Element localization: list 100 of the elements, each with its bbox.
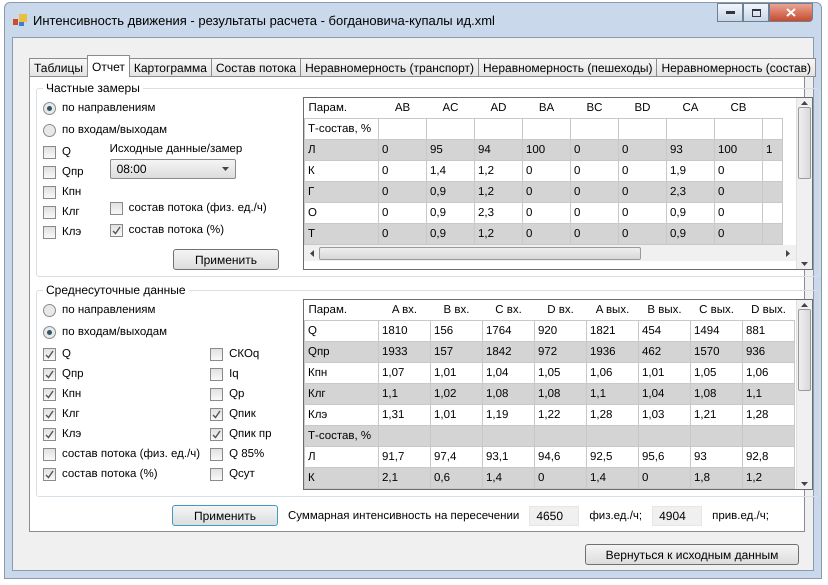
table-cell: 1,04: [482, 362, 534, 384]
tab[interactable]: Неравномерность (пешеходы): [478, 58, 658, 77]
checkbox-label: Qсут: [229, 468, 255, 480]
tab[interactable]: Неравномерность (транспорт): [300, 58, 479, 77]
table-cell: 0: [378, 140, 426, 160]
checkbox[interactable]: [43, 166, 56, 178]
tab[interactable]: Отчет: [87, 55, 130, 77]
table-cell: Т-состав, %: [304, 426, 378, 446]
table-cell: К: [304, 468, 378, 488]
tab[interactable]: Таблицы: [29, 58, 88, 77]
table-cell: [742, 426, 794, 446]
time-dropdown[interactable]: 08:00: [110, 159, 236, 179]
apply-button[interactable]: Применить: [172, 505, 278, 526]
minimize-button[interactable]: [717, 3, 743, 22]
checkbox[interactable]: [110, 202, 123, 214]
checkbox[interactable]: [210, 388, 224, 400]
table-cell: 1936: [586, 342, 638, 362]
checkbox[interactable]: [43, 206, 56, 218]
table-cell: 93: [690, 446, 742, 468]
table-cell: 0: [618, 182, 666, 202]
arrow-down-icon: [801, 482, 808, 487]
checkbox[interactable]: [210, 468, 224, 480]
checkbox[interactable]: [43, 468, 56, 480]
table-cell: 1,1: [742, 384, 794, 404]
table-cell: 1,02: [430, 384, 482, 404]
vertical-scrollbar[interactable]: [796, 98, 812, 269]
radio-button[interactable]: [43, 102, 56, 114]
table-cell: Кпн: [304, 362, 378, 384]
table-cell: 0: [522, 202, 570, 224]
table-cell: К: [304, 160, 378, 182]
horizontal-scrollbar[interactable]: [304, 245, 796, 261]
app-icon: [13, 14, 27, 26]
checkbox[interactable]: [43, 226, 56, 238]
table-cell: 1,08: [690, 384, 742, 404]
radio-button[interactable]: [43, 124, 56, 136]
table-cell: 0,9: [666, 202, 714, 224]
checkbox[interactable]: [210, 448, 224, 460]
table-cell: 92,8: [742, 446, 794, 468]
table-cell: 0: [570, 224, 618, 244]
checkbox[interactable]: [43, 186, 56, 198]
radio-label: по направлениям: [62, 304, 156, 316]
checkbox[interactable]: [210, 408, 224, 420]
checkbox-label: Qр: [229, 388, 244, 400]
table-cell: 0: [618, 160, 666, 182]
radio-button[interactable]: [43, 304, 56, 316]
radio-button[interactable]: [43, 326, 56, 338]
apply-button[interactable]: Применить: [173, 249, 279, 270]
checkbox[interactable]: [43, 448, 56, 460]
table-cell: 1,8: [690, 468, 742, 488]
checkbox[interactable]: [110, 224, 123, 236]
checkbox-label: Qпр: [62, 166, 84, 178]
table-cell: 0: [378, 224, 426, 244]
checkbox[interactable]: [43, 146, 56, 158]
checkbox[interactable]: [43, 388, 56, 400]
table-cell: 1,2: [474, 160, 522, 182]
table-cell: 1,28: [742, 404, 794, 426]
table-cell: 1,08: [534, 384, 586, 404]
checkbox[interactable]: [210, 368, 224, 380]
checkbox[interactable]: [43, 428, 56, 440]
table-cell: [762, 202, 782, 224]
total-phys-field: 4650: [529, 506, 580, 526]
group-title: Частные замеры: [45, 81, 141, 95]
checkbox-label: Qпр: [62, 368, 84, 380]
table-cell: 0: [570, 140, 618, 160]
table-cell: Т: [304, 224, 378, 244]
table-cell: 1,21: [690, 404, 742, 426]
table-cell: 0,9: [426, 202, 474, 224]
table-cell: 1,2: [742, 468, 794, 488]
return-button[interactable]: Вернуться к исходным данным: [585, 544, 799, 565]
table-cell: 1,28: [586, 404, 638, 426]
vertical-scrollbar[interactable]: [796, 300, 812, 489]
tab[interactable]: Неравномерность (состав): [656, 58, 816, 77]
unit-label: физ.ед./ч;: [589, 510, 642, 522]
checkbox[interactable]: [43, 368, 56, 380]
tab[interactable]: Картограмма: [128, 58, 212, 77]
checkbox[interactable]: [43, 348, 56, 360]
close-button[interactable]: [769, 3, 813, 22]
table-cell: 0: [638, 468, 690, 488]
checkbox[interactable]: [210, 428, 224, 440]
arrow-down-icon: [222, 166, 229, 172]
table-cell: 94: [474, 140, 522, 160]
table-cell: 93,1: [482, 446, 534, 468]
maximize-button[interactable]: [743, 3, 769, 22]
table-cell: [714, 118, 762, 140]
table-cell: 1,05: [690, 362, 742, 384]
table-cell: 0: [522, 160, 570, 182]
table-cell: 0: [714, 202, 762, 224]
table-cell: 1,06: [742, 362, 794, 384]
checkbox-label: Q: [62, 146, 71, 158]
table-cell: 1,19: [482, 404, 534, 426]
table-cell: 0: [378, 182, 426, 202]
table-cell: 156: [430, 320, 482, 342]
table-cell: 454: [638, 320, 690, 342]
radio-label: по входам/выходам: [62, 124, 168, 136]
maximize-icon: [752, 8, 760, 16]
checkbox-label: состав потока (физ. ед./ч): [62, 448, 200, 460]
tab[interactable]: Состав потока: [210, 58, 302, 77]
checkbox[interactable]: [210, 348, 224, 360]
checkbox[interactable]: [43, 408, 56, 420]
table-cell: 0: [570, 182, 618, 202]
